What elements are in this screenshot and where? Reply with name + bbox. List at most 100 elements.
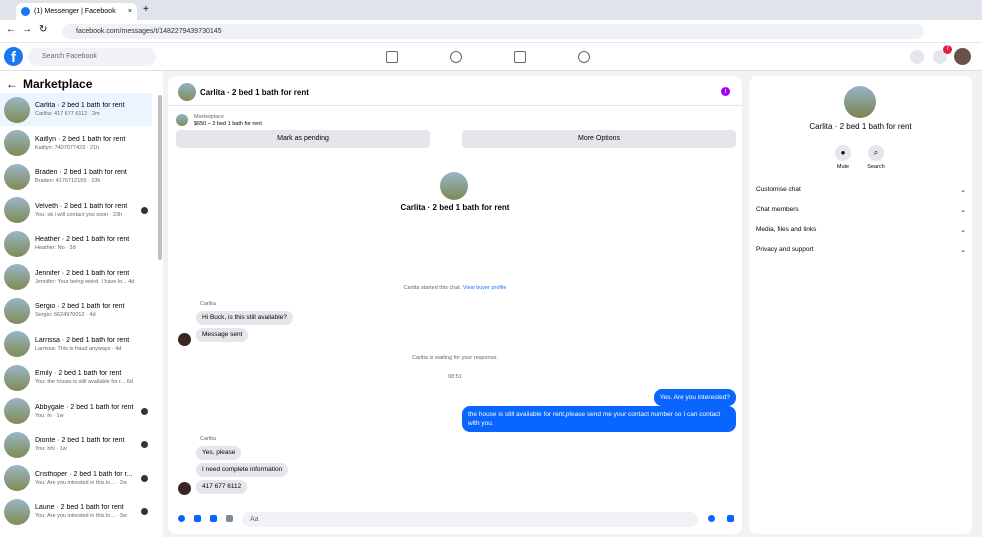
conversation-item[interactable]: Emily · 2 bed 1 bath for rent You: the ho…	[0, 361, 152, 394]
listing-thumbnail	[4, 163, 30, 190]
listing-thumbnail	[4, 230, 30, 257]
photo-icon[interactable]	[194, 515, 201, 522]
mute-label: Mute	[836, 164, 850, 170]
conversation-preview: Larrissa: This is fraud anyways · 4d	[35, 345, 122, 352]
listing-thumbnail	[4, 197, 30, 223]
composer: Aa	[168, 508, 742, 530]
chat-avatar[interactable]	[178, 83, 196, 101]
read-receipt-avatar	[141, 508, 148, 515]
url-field[interactable]: facebook.com/messages/t/1482279439730145	[62, 24, 924, 39]
listing-label: Marketplace	[194, 114, 224, 120]
notification-count-badge: 7	[943, 45, 952, 54]
conversation-preview: Kaitlyn: 7407077423 · 21h	[35, 144, 100, 151]
message-bubble: I need complete information	[196, 463, 289, 477]
section-label: Chat members	[756, 206, 799, 213]
details-title: Carlita · 2 bed 1 bath for rent	[809, 122, 912, 131]
chevron-down-icon: ⌄	[960, 187, 966, 194]
more-options-button[interactable]: More Options	[462, 130, 736, 148]
time-divider: 08:51	[448, 374, 462, 380]
chat-title[interactable]: Carlita · 2 bed 1 bath for rent	[200, 88, 309, 97]
facebook-logo[interactable]: f	[4, 47, 23, 66]
sender-avatar	[178, 482, 191, 495]
message-bubble: 417 677 6112	[196, 480, 248, 494]
read-receipt-avatar	[141, 474, 148, 482]
reload-icon[interactable]: ↻	[39, 24, 47, 35]
read-receipt-avatar	[141, 441, 148, 448]
conversation-item[interactable]: Dionte · 2 bed 1 bath for rent You: hhi ·…	[0, 428, 152, 461]
conversation-name: Laurie · 2 bed 1 bath for rent	[35, 504, 124, 511]
conversation-name: Abbygale · 2 bed 1 bath for rent	[35, 403, 134, 411]
conversation-preview: You: the house is still available for r.…	[35, 379, 133, 385]
conversation-item[interactable]: Velveth · 2 bed 1 bath for rent You: ok i…	[0, 194, 152, 227]
profile-avatar[interactable]	[954, 48, 971, 65]
conversation-item[interactable]: Larrissa · 2 bed 1 bath for rent Larrissa…	[0, 328, 152, 361]
emoji-icon[interactable]	[708, 515, 715, 522]
privacy-support-section[interactable]: Privacy and support ⌄	[756, 246, 966, 254]
listing-thumbnail[interactable]	[176, 114, 188, 126]
conversation-preview: Braden: 4176712155 · 23h	[35, 178, 101, 184]
conversation-name: Braden · 2 bed 1 bath for rent	[35, 169, 127, 176]
conversation-preview: Heather: No · 3d	[35, 245, 76, 251]
menu-grid-icon[interactable]	[910, 50, 924, 64]
listing-thumbnail	[4, 264, 30, 290]
thumbs-up-icon[interactable]	[727, 515, 734, 522]
new-tab-button[interactable]: +	[143, 4, 149, 15]
details-avatar	[844, 86, 876, 118]
view-buyer-profile-link[interactable]: View buyer profile	[463, 285, 507, 291]
media-files-links-section[interactable]: Media, files and links ⌄	[756, 226, 966, 234]
section-label: Media, files and links	[756, 226, 817, 233]
facebook-search-input[interactable]: Search Facebook	[28, 48, 156, 66]
forward-icon[interactable]: →	[22, 24, 32, 35]
gif-icon[interactable]	[226, 515, 233, 522]
chat-members-section[interactable]: Chat members ⌄	[756, 206, 966, 214]
conversation-item[interactable]: Carlita · 2 bed 1 bath for rent Carlita: …	[0, 93, 152, 126]
chat-header: Carlita · 2 bed 1 bath for rent i	[168, 76, 742, 106]
conversation-scrollbar[interactable]	[158, 95, 162, 260]
conversation-preview: Carlita: 417 677 6112 · 2m	[35, 111, 100, 117]
back-arrow-icon[interactable]: ←	[6, 77, 18, 91]
search-icon[interactable]: ⌕	[868, 145, 884, 161]
groups-icon[interactable]	[578, 51, 590, 63]
message-bubble: Message sent	[196, 328, 249, 342]
message-input[interactable]: Aa	[242, 512, 698, 527]
conversation-item[interactable]: Cristhoper · 2 bed 1 bath for r... You: A…	[0, 462, 152, 495]
waiting-notice: Carlita is waiting for your response.	[412, 355, 498, 361]
listing-thumbnail	[4, 96, 30, 123]
address-bar-row: ← → ↻ facebook.com/messages/t/1482279439…	[0, 20, 982, 43]
chat-hero-avatar	[440, 172, 468, 200]
friends-icon[interactable]	[450, 51, 462, 63]
listing-thumbnail	[4, 130, 30, 156]
info-icon[interactable]: i	[721, 87, 730, 96]
conversation-item[interactable]: Braden · 2 bed 1 bath for rent Braden: 41…	[0, 160, 152, 193]
facebook-tab-icon	[21, 7, 30, 16]
marketplace-icon[interactable]	[514, 51, 526, 63]
conversation-name: Sergio · 2 bed 1 bath for rent	[35, 303, 125, 310]
back-icon[interactable]: ←	[6, 24, 16, 35]
mark-as-pending-button[interactable]: Mark as pending	[176, 130, 430, 148]
voice-clip-icon[interactable]	[178, 515, 185, 522]
chat-details-panel: Carlita · 2 bed 1 bath for rent ● Mute ⌕…	[749, 76, 972, 534]
conversation-name: Heather · 2 bed 1 bath for rent	[35, 236, 130, 243]
conversation-preview: Sergio: 6624970012 · 4d	[35, 312, 96, 318]
conversation-preview: Jennifer: Your being weird. I have lo...…	[35, 278, 135, 285]
listing-thumbnail	[4, 331, 30, 357]
close-tab-icon[interactable]: ×	[128, 8, 132, 15]
conversation-item[interactable]: Sergio · 2 bed 1 bath for rent Sergio: 66…	[0, 294, 152, 327]
marketplace-header: ← Marketplace	[6, 77, 92, 91]
conversation-item[interactable]: Jennifer · 2 bed 1 bath for rent Jennifer…	[0, 261, 152, 294]
mute-button[interactable]: ●	[835, 145, 851, 161]
sticker-icon[interactable]	[210, 515, 217, 522]
customise-chat-section[interactable]: Customise chat ⌄	[756, 186, 966, 194]
home-icon[interactable]	[386, 51, 398, 63]
conversation-item[interactable]: Abbygale · 2 bed 1 bath for rent You: hi …	[0, 395, 152, 428]
browser-tab[interactable]: (1) Messenger | Facebook ×	[16, 3, 137, 20]
listing-thumbnail	[4, 297, 30, 324]
listing-thumbnail	[4, 431, 30, 458]
read-receipt-avatar	[141, 206, 148, 214]
facebook-top-nav: f Search Facebook 7	[0, 43, 982, 71]
conversation-item[interactable]: Laurie · 2 bed 1 bath for rent You: Are y…	[0, 495, 152, 528]
conversation-item[interactable]: Heather · 2 bed 1 bath for rent Heather: …	[0, 227, 152, 260]
browser-tab-strip: (1) Messenger | Facebook × +	[0, 0, 982, 20]
conversation-preview: You: hhi · 1w	[35, 446, 67, 452]
conversation-item[interactable]: Kaitlyn · 2 bed 1 bath for rent Kaitlyn: …	[0, 127, 152, 160]
